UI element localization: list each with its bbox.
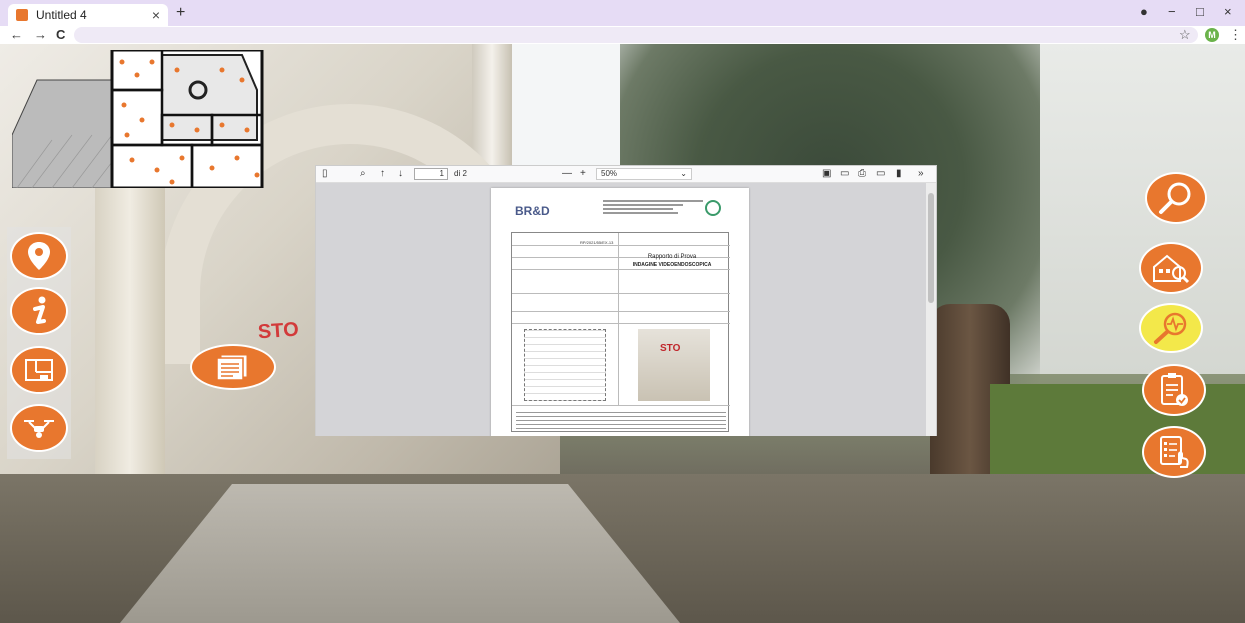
next-page-icon[interactable]: ↓ [398,168,403,180]
info-button[interactable] [10,287,68,335]
report-table: RP/2021/55/EX-13 Rapporto di Prova INDAG… [511,232,730,432]
drone-button[interactable] [10,404,68,452]
zoom-select[interactable]: 50% ⌄ [596,168,692,180]
scrollbar-thumb[interactable] [928,193,934,303]
floor-plan-minimap[interactable] [12,50,272,188]
tab-favicon-icon [16,9,28,21]
bookmark-icon[interactable]: ▮ [896,168,902,180]
house-inspection-button[interactable] [1139,242,1203,294]
browser-menu-icon[interactable]: ⋮ [1229,27,1242,43]
profile-avatar[interactable]: M [1205,28,1219,42]
wall-graffiti: STO [257,318,300,344]
diagnostic-scan-icon [1154,312,1187,344]
company-logo: BR&D [515,204,550,218]
company-header [603,198,703,216]
minimize-button[interactable]: − [1168,4,1176,19]
floor-plan-button[interactable] [10,346,68,394]
search-button[interactable] [1145,172,1207,224]
photo-graffiti: STO [660,343,681,354]
browser-tab-bar: Untitled 4 × + ● − □ × [0,0,1245,26]
house-inspection-icon [1153,254,1190,284]
certification-seal [705,200,721,216]
tab-title: Untitled 4 [36,8,87,22]
floor-plan-image [524,329,606,401]
open-file-icon[interactable]: ▭ [840,168,849,180]
wall-photo: STO [638,329,710,401]
documents-icon [216,354,248,381]
address-bar-row: ← → C ☆ M ⋮ [0,26,1245,44]
location-button[interactable] [10,232,68,280]
floor-plan-icon [25,359,53,381]
documents-button[interactable] [190,344,276,390]
info-icon [33,296,46,324]
address-input[interactable] [74,27,1198,43]
magnifier-icon [1159,182,1191,214]
forward-button[interactable]: → [34,27,47,42]
drone-icon [24,420,54,438]
pdf-page-area[interactable]: BR&D RP/2021/55/EX-13 Rapporto di Prova [316,183,926,436]
save-icon[interactable]: ▭ [876,168,885,180]
reload-button[interactable]: C [56,27,65,42]
report-title: Rapporto di Prova [647,254,697,260]
page-count: di 2 [454,169,467,178]
chevron-down-icon: ⌄ [680,169,687,178]
previous-page-icon[interactable]: ↑ [380,168,385,180]
zoom-value: 50% [601,169,618,178]
checklist-button[interactable] [1142,426,1206,478]
back-button[interactable]: ← [10,27,23,42]
bookmark-star-icon[interactable]: ☆ [1179,27,1191,43]
tab-close-icon[interactable]: × [152,7,160,23]
maximize-button[interactable]: □ [1196,4,1204,19]
location-pin-icon [28,242,50,270]
more-tools-button[interactable]: » [918,168,924,180]
clipboard-check-icon [1161,373,1188,406]
sidebar-toggle-icon[interactable]: ▯ [322,168,328,180]
page-number-input[interactable]: 1 [414,168,448,180]
checklist-touch-icon [1160,436,1189,468]
find-icon[interactable]: ⌕ [360,168,366,180]
zoom-out-button[interactable]: — [562,168,572,180]
pdf-page: BR&D RP/2021/55/EX-13 Rapporto di Prova [491,188,749,436]
presentation-icon[interactable]: ▣ [822,168,831,180]
report-notes [516,409,726,429]
pdf-toolbar: ▯ ⌕ ↑ ↓ 1 di 2 — + 50% ⌄ ▣ ▭ ⎙ ▭ ▮ » [316,166,936,183]
pdf-viewer[interactable]: ▯ ⌕ ↑ ↓ 1 di 2 — + 50% ⌄ ▣ ▭ ⎙ ▭ ▮ » BR&… [315,165,937,436]
diagnostic-button[interactable] [1139,303,1203,353]
new-tab-button[interactable]: + [176,4,185,22]
browser-tab[interactable]: Untitled 4 × [8,4,168,26]
zoom-in-button[interactable]: + [580,168,586,180]
pdf-scrollbar[interactable] [926,183,936,436]
report-subtitle: INDAGINE VIDEOENDOSCOPICA [632,262,712,268]
record-indicator-icon: ● [1140,4,1148,19]
close-window-button[interactable]: × [1224,4,1232,19]
print-icon[interactable]: ⎙ [858,168,866,180]
report-check-button[interactable] [1142,364,1206,416]
